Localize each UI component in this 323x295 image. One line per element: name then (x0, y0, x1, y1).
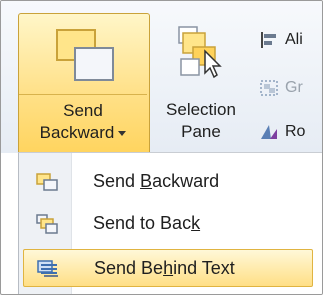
rotate-icon (261, 125, 277, 139)
selection-pane-icon (178, 26, 222, 79)
align-label: Ali (285, 31, 303, 48)
send-backward-label[interactable]: Send Backward (19, 100, 147, 144)
selection-pane-label-line1: Selection (166, 100, 236, 119)
send-backward-label-line1: Send (63, 101, 103, 120)
send-backward-label-line2: Backward (39, 123, 115, 142)
group-icon (260, 80, 278, 96)
menu-item-send-backward[interactable]: Send Backward (23, 163, 311, 199)
menu-item-send-behind-text-label: Send Behind Text (94, 258, 235, 278)
menu-item-send-to-back-label: Send to Back (93, 213, 201, 233)
rotate-button[interactable]: Ro (255, 119, 322, 145)
rotate-label: Ro (285, 123, 306, 140)
menu-item-send-behind-text[interactable]: Send Behind Text (23, 249, 313, 287)
send-backward-dropdown-menu: Send Backward Send to Back Send Behind T… (18, 152, 322, 294)
selection-pane-label: Selection Pane (151, 99, 251, 143)
send-backward-icon (36, 173, 58, 191)
send-backward-large-icon (56, 29, 114, 81)
group-label: Gr (285, 79, 303, 96)
group-button[interactable]: Gr (255, 75, 322, 101)
ribbon-arrange-group: Send Backward Selection Pane Ali Gr Ro (1, 1, 322, 154)
menu-item-send-to-back[interactable]: Send to Back (23, 205, 311, 241)
send-to-back-icon (36, 214, 58, 234)
send-backward-dropdown-screenshot: Send Backward Selection Pane Ali Gr Ro S… (0, 0, 323, 295)
send-backward-split-button[interactable]: Send Backward (18, 13, 150, 154)
selection-pane-button[interactable]: Selection Pane (151, 15, 251, 151)
selection-pane-label-line2: Pane (181, 122, 221, 141)
dropdown-caret-icon[interactable] (118, 131, 127, 137)
send-backward-button-top[interactable] (19, 14, 147, 95)
send-behind-text-icon (37, 260, 58, 277)
menu-item-send-backward-label: Send Backward (93, 171, 220, 191)
align-button[interactable]: Ali (255, 27, 322, 53)
align-icon (261, 32, 276, 48)
